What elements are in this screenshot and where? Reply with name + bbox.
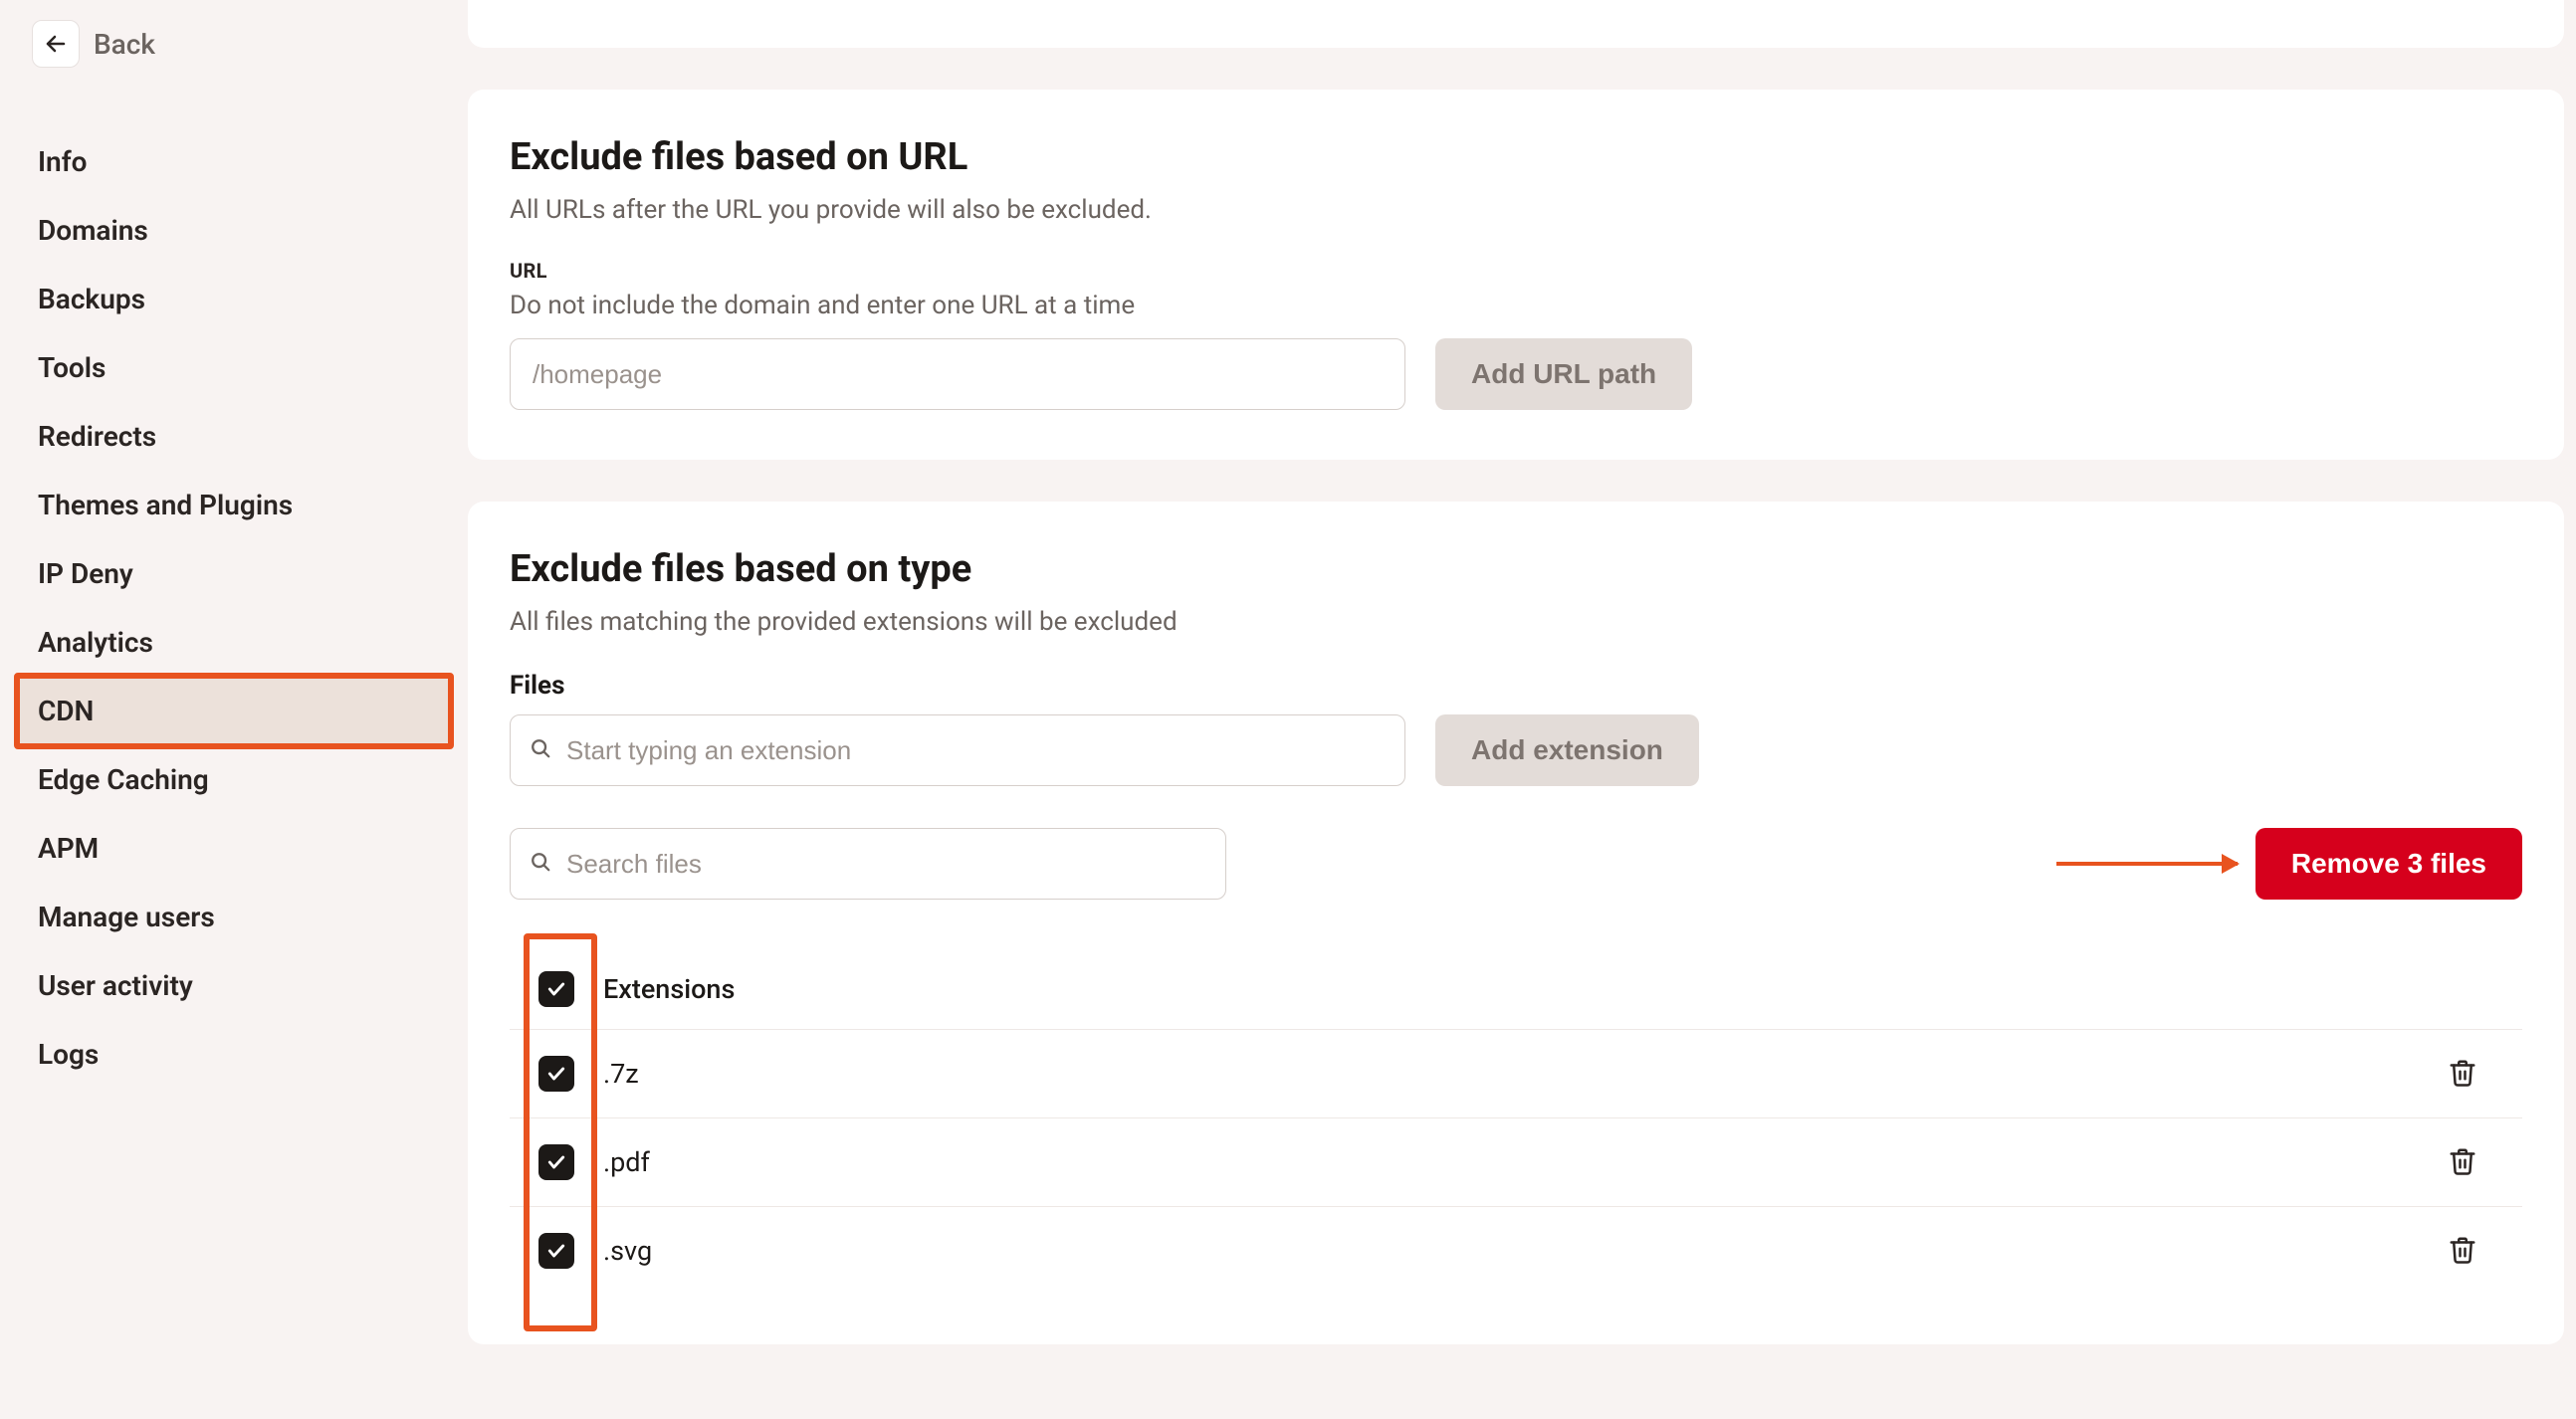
search-files-input[interactable] (510, 828, 1226, 900)
sidebar-item-info[interactable]: Info (18, 127, 450, 196)
annotation-arrow (2056, 862, 2238, 866)
row-checkbox[interactable] (538, 1144, 574, 1180)
extension-label: .7z (603, 1058, 2403, 1090)
remove-files-button[interactable]: Remove 3 files (2255, 828, 2522, 900)
sidebar-item-cdn[interactable]: CDN (18, 677, 450, 745)
row-checkbox[interactable] (538, 1056, 574, 1092)
exclude-type-desc: All files matching the provided extensio… (510, 607, 2522, 637)
sidebar-item-backups[interactable]: Backups (18, 265, 450, 333)
sidebar-item-apm[interactable]: APM (18, 814, 450, 883)
sidebar-item-edge-caching[interactable]: Edge Caching (18, 745, 450, 814)
files-label: Files (510, 671, 2522, 701)
header-extensions-label: Extensions (603, 973, 2403, 1005)
extension-label: .svg (603, 1235, 2403, 1267)
delete-row-button[interactable] (2441, 1052, 2484, 1096)
url-input[interactable] (510, 338, 1405, 410)
exclude-url-card: Exclude files based on URL All URLs afte… (468, 90, 2564, 460)
sidebar-item-redirects[interactable]: Redirects (18, 402, 450, 471)
sidebar-item-logs[interactable]: Logs (18, 1020, 450, 1089)
table-row: .pdf (510, 1118, 2522, 1207)
table-row: .7z (510, 1030, 2522, 1118)
extension-label: .pdf (603, 1146, 2403, 1178)
delete-row-button[interactable] (2441, 1229, 2484, 1273)
trash-icon (2448, 1058, 2477, 1088)
sidebar-item-user-activity[interactable]: User activity (18, 951, 450, 1020)
main-content: Exclude files based on URL All URLs afte… (468, 0, 2576, 1419)
url-field-label: URL (510, 259, 2522, 283)
back-label: Back (94, 28, 155, 61)
exclude-type-title: Exclude files based on type (510, 547, 2522, 591)
extensions-table: Extensions .7z .pdf .svg (510, 949, 2522, 1295)
select-all-checkbox[interactable] (538, 971, 574, 1007)
sidebar-item-tools[interactable]: Tools (18, 333, 450, 402)
nav-list: InfoDomainsBackupsToolsRedirectsThemes a… (18, 127, 450, 1089)
exclude-url-desc: All URLs after the URL you provide will … (510, 195, 2522, 225)
sidebar-item-domains[interactable]: Domains (18, 196, 450, 265)
url-field-help: Do not include the domain and enter one … (510, 291, 2522, 320)
row-checkbox[interactable] (538, 1233, 574, 1269)
sidebar-item-themes-and-plugins[interactable]: Themes and Plugins (18, 471, 450, 539)
back-button[interactable] (32, 20, 80, 68)
exclude-url-title: Exclude files based on URL (510, 135, 2522, 179)
back-row: Back (18, 20, 450, 68)
card-top-sliver (468, 0, 2564, 48)
table-header: Extensions (510, 949, 2522, 1030)
search-icon (530, 851, 551, 877)
sidebar: Back InfoDomainsBackupsToolsRedirectsThe… (0, 0, 468, 1419)
add-extension-button[interactable]: Add extension (1435, 714, 1699, 786)
sidebar-item-analytics[interactable]: Analytics (18, 608, 450, 677)
sidebar-item-ip-deny[interactable]: IP Deny (18, 539, 450, 608)
table-row: .svg (510, 1207, 2522, 1295)
extension-input[interactable] (510, 714, 1405, 786)
trash-icon (2448, 1235, 2477, 1265)
arrow-left-icon (44, 32, 68, 56)
delete-row-button[interactable] (2441, 1140, 2484, 1184)
sidebar-item-manage-users[interactable]: Manage users (18, 883, 450, 951)
trash-icon (2448, 1146, 2477, 1176)
search-icon (530, 737, 551, 763)
add-url-button[interactable]: Add URL path (1435, 338, 1692, 410)
exclude-type-card: Exclude files based on type All files ma… (468, 502, 2564, 1344)
